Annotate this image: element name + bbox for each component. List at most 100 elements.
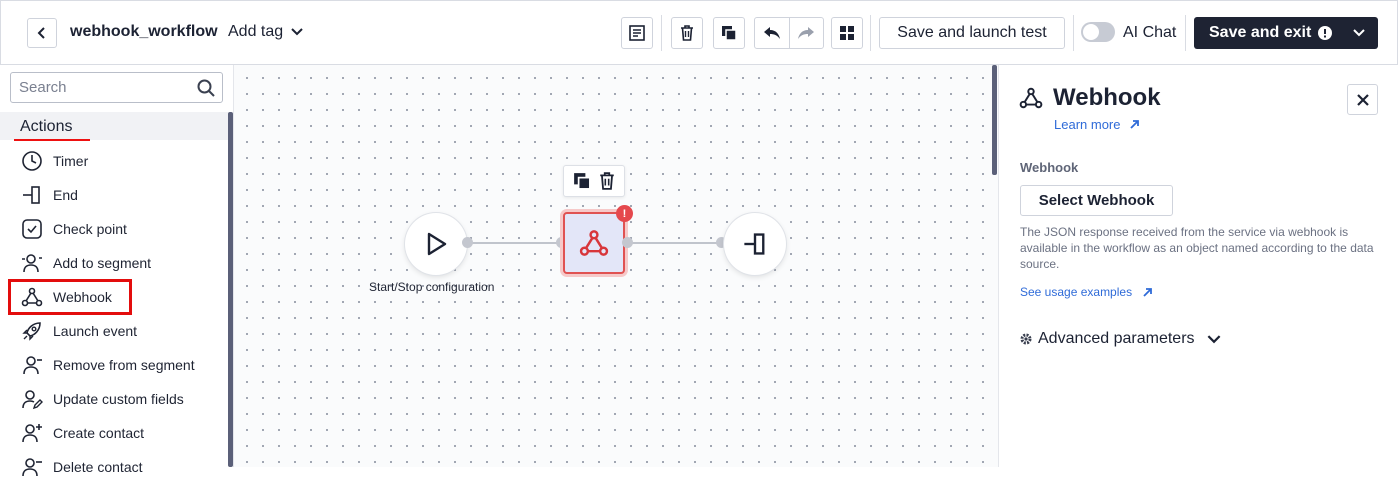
sidebar-item-label: Launch event (53, 323, 138, 339)
start-output-port[interactable] (462, 237, 473, 248)
start-node-label: Start/Stop configuration (369, 280, 495, 294)
copy-button[interactable] (713, 17, 745, 49)
webhook-settings-panel: Webhook Learn more Webhook Select Webhoo… (998, 65, 1398, 467)
learn-more-label: Learn more (1054, 117, 1121, 132)
end-icon (20, 183, 44, 207)
actions-sidebar: Actions Timer End Check point Add to seg… (0, 65, 234, 477)
notes-icon (629, 25, 645, 41)
sidebar-item-launch-event[interactable]: Launch event (20, 318, 137, 344)
chevron-left-icon (37, 27, 45, 39)
chevron-down-icon (291, 28, 303, 36)
sidebar-item-label: Add to segment (53, 255, 152, 271)
learn-more-link[interactable]: Learn more (1054, 117, 1140, 132)
connector-line (467, 242, 561, 244)
webhook-highlight-box (8, 279, 132, 315)
save-exit-label: Save and exit (1209, 24, 1312, 41)
save-exit-dropdown[interactable] (1340, 17, 1378, 49)
clock-icon (20, 149, 44, 173)
sidebar-item-delete-contact[interactable]: Delete contact (20, 454, 143, 480)
webhook-output-port[interactable] (622, 237, 633, 248)
advanced-parameters-toggle[interactable]: Advanced parameters (1020, 330, 1221, 348)
chevron-down-icon (1353, 29, 1365, 37)
undo-redo-group (754, 17, 824, 49)
redo-icon (798, 27, 815, 39)
user-add-icon (20, 251, 44, 275)
search-icon[interactable] (197, 79, 215, 97)
panel-title-text: Webhook (1053, 84, 1161, 111)
rocket-icon (20, 319, 44, 343)
grid-icon (840, 26, 854, 40)
alert-icon (1318, 26, 1333, 40)
workflow-canvas[interactable]: Start/Stop configuration ! (234, 65, 998, 467)
undo-button[interactable] (755, 18, 790, 48)
sidebar-item-label: Delete contact (53, 459, 143, 475)
canvas-scrollbar[interactable] (992, 65, 997, 175)
webhook-icon (1019, 87, 1043, 109)
ai-chat-toggle[interactable] (1081, 22, 1115, 42)
webhook-icon (579, 230, 609, 256)
trash-icon[interactable] (599, 172, 615, 190)
usage-examples-label: See usage examples (1020, 285, 1133, 299)
copy-icon (722, 26, 737, 41)
start-node[interactable] (405, 213, 467, 275)
ai-chat-label: AI Chat (1123, 24, 1177, 41)
close-icon (1356, 93, 1369, 106)
gear-icon (1020, 333, 1032, 345)
sidebar-item-add-to-segment[interactable]: Add to segment (20, 250, 151, 276)
sidebar-item-label: End (53, 187, 78, 203)
section-underline (14, 139, 90, 141)
search-box (10, 72, 223, 103)
trash-icon (681, 25, 693, 41)
user-plus-icon (20, 421, 44, 445)
notes-button[interactable] (621, 17, 653, 49)
external-link-icon (1130, 120, 1140, 129)
save-launch-test-button[interactable]: Save and launch test (879, 17, 1065, 49)
sidebar-item-check-point[interactable]: Check point (20, 216, 127, 242)
add-tag-dropdown[interactable]: Add tag (228, 23, 303, 41)
panel-title: Webhook (1019, 84, 1161, 112)
sidebar-item-timer[interactable]: Timer (20, 148, 88, 174)
sidebar-item-label: Check point (53, 221, 127, 237)
end-icon (744, 233, 765, 255)
save-exit-button[interactable]: Save and exit (1194, 17, 1378, 49)
checkbox-icon (20, 217, 44, 241)
undo-icon (763, 27, 780, 39)
search-input[interactable] (11, 73, 191, 102)
usage-examples-link[interactable]: See usage examples (1020, 285, 1153, 299)
sidebar-item-update-custom-fields[interactable]: Update custom fields (20, 386, 184, 412)
sidebar-item-label: Create contact (53, 425, 145, 441)
section-title: Actions (20, 118, 73, 135)
sidebar-item-label: Timer (53, 153, 89, 169)
advanced-parameters-label: Advanced parameters (1038, 330, 1195, 347)
chevron-down-icon (1207, 334, 1220, 343)
back-button[interactable] (27, 18, 57, 48)
delete-button[interactable] (671, 17, 703, 49)
user-delete-icon (20, 455, 44, 479)
top-toolbar: webhook_workflow Add tag Save and launch… (0, 0, 1398, 65)
layout-button[interactable] (831, 17, 863, 49)
error-badge: ! (616, 205, 633, 222)
connector-line (627, 242, 721, 244)
redo-button[interactable] (790, 18, 824, 48)
webhook-field-label: Webhook (1020, 160, 1079, 175)
sidebar-item-label: Update custom fields (53, 391, 184, 407)
user-remove-icon (20, 353, 44, 377)
close-panel-button[interactable] (1347, 84, 1378, 115)
sidebar-item-label: Remove from segment (53, 357, 195, 373)
end-node[interactable] (724, 213, 786, 275)
user-edit-icon (20, 387, 44, 411)
webhook-node[interactable] (563, 212, 625, 274)
add-tag-label: Add tag (228, 23, 284, 40)
sidebar-item-end[interactable]: End (20, 182, 78, 208)
webhook-description: The JSON response received from the serv… (1020, 225, 1374, 271)
sidebar-item-remove-from-segment[interactable]: Remove from segment (20, 352, 195, 378)
node-toolbar (563, 165, 625, 197)
sidebar-item-create-contact[interactable]: Create contact (20, 420, 144, 446)
actions-section-header[interactable]: Actions (0, 112, 228, 141)
workflow-name[interactable]: webhook_workflow (70, 23, 218, 41)
copy-icon[interactable] (573, 172, 591, 190)
external-link-icon (1143, 287, 1152, 297)
play-icon (427, 232, 447, 256)
select-webhook-button[interactable]: Select Webhook (1020, 185, 1173, 216)
sidebar-scrollbar[interactable] (228, 112, 233, 467)
